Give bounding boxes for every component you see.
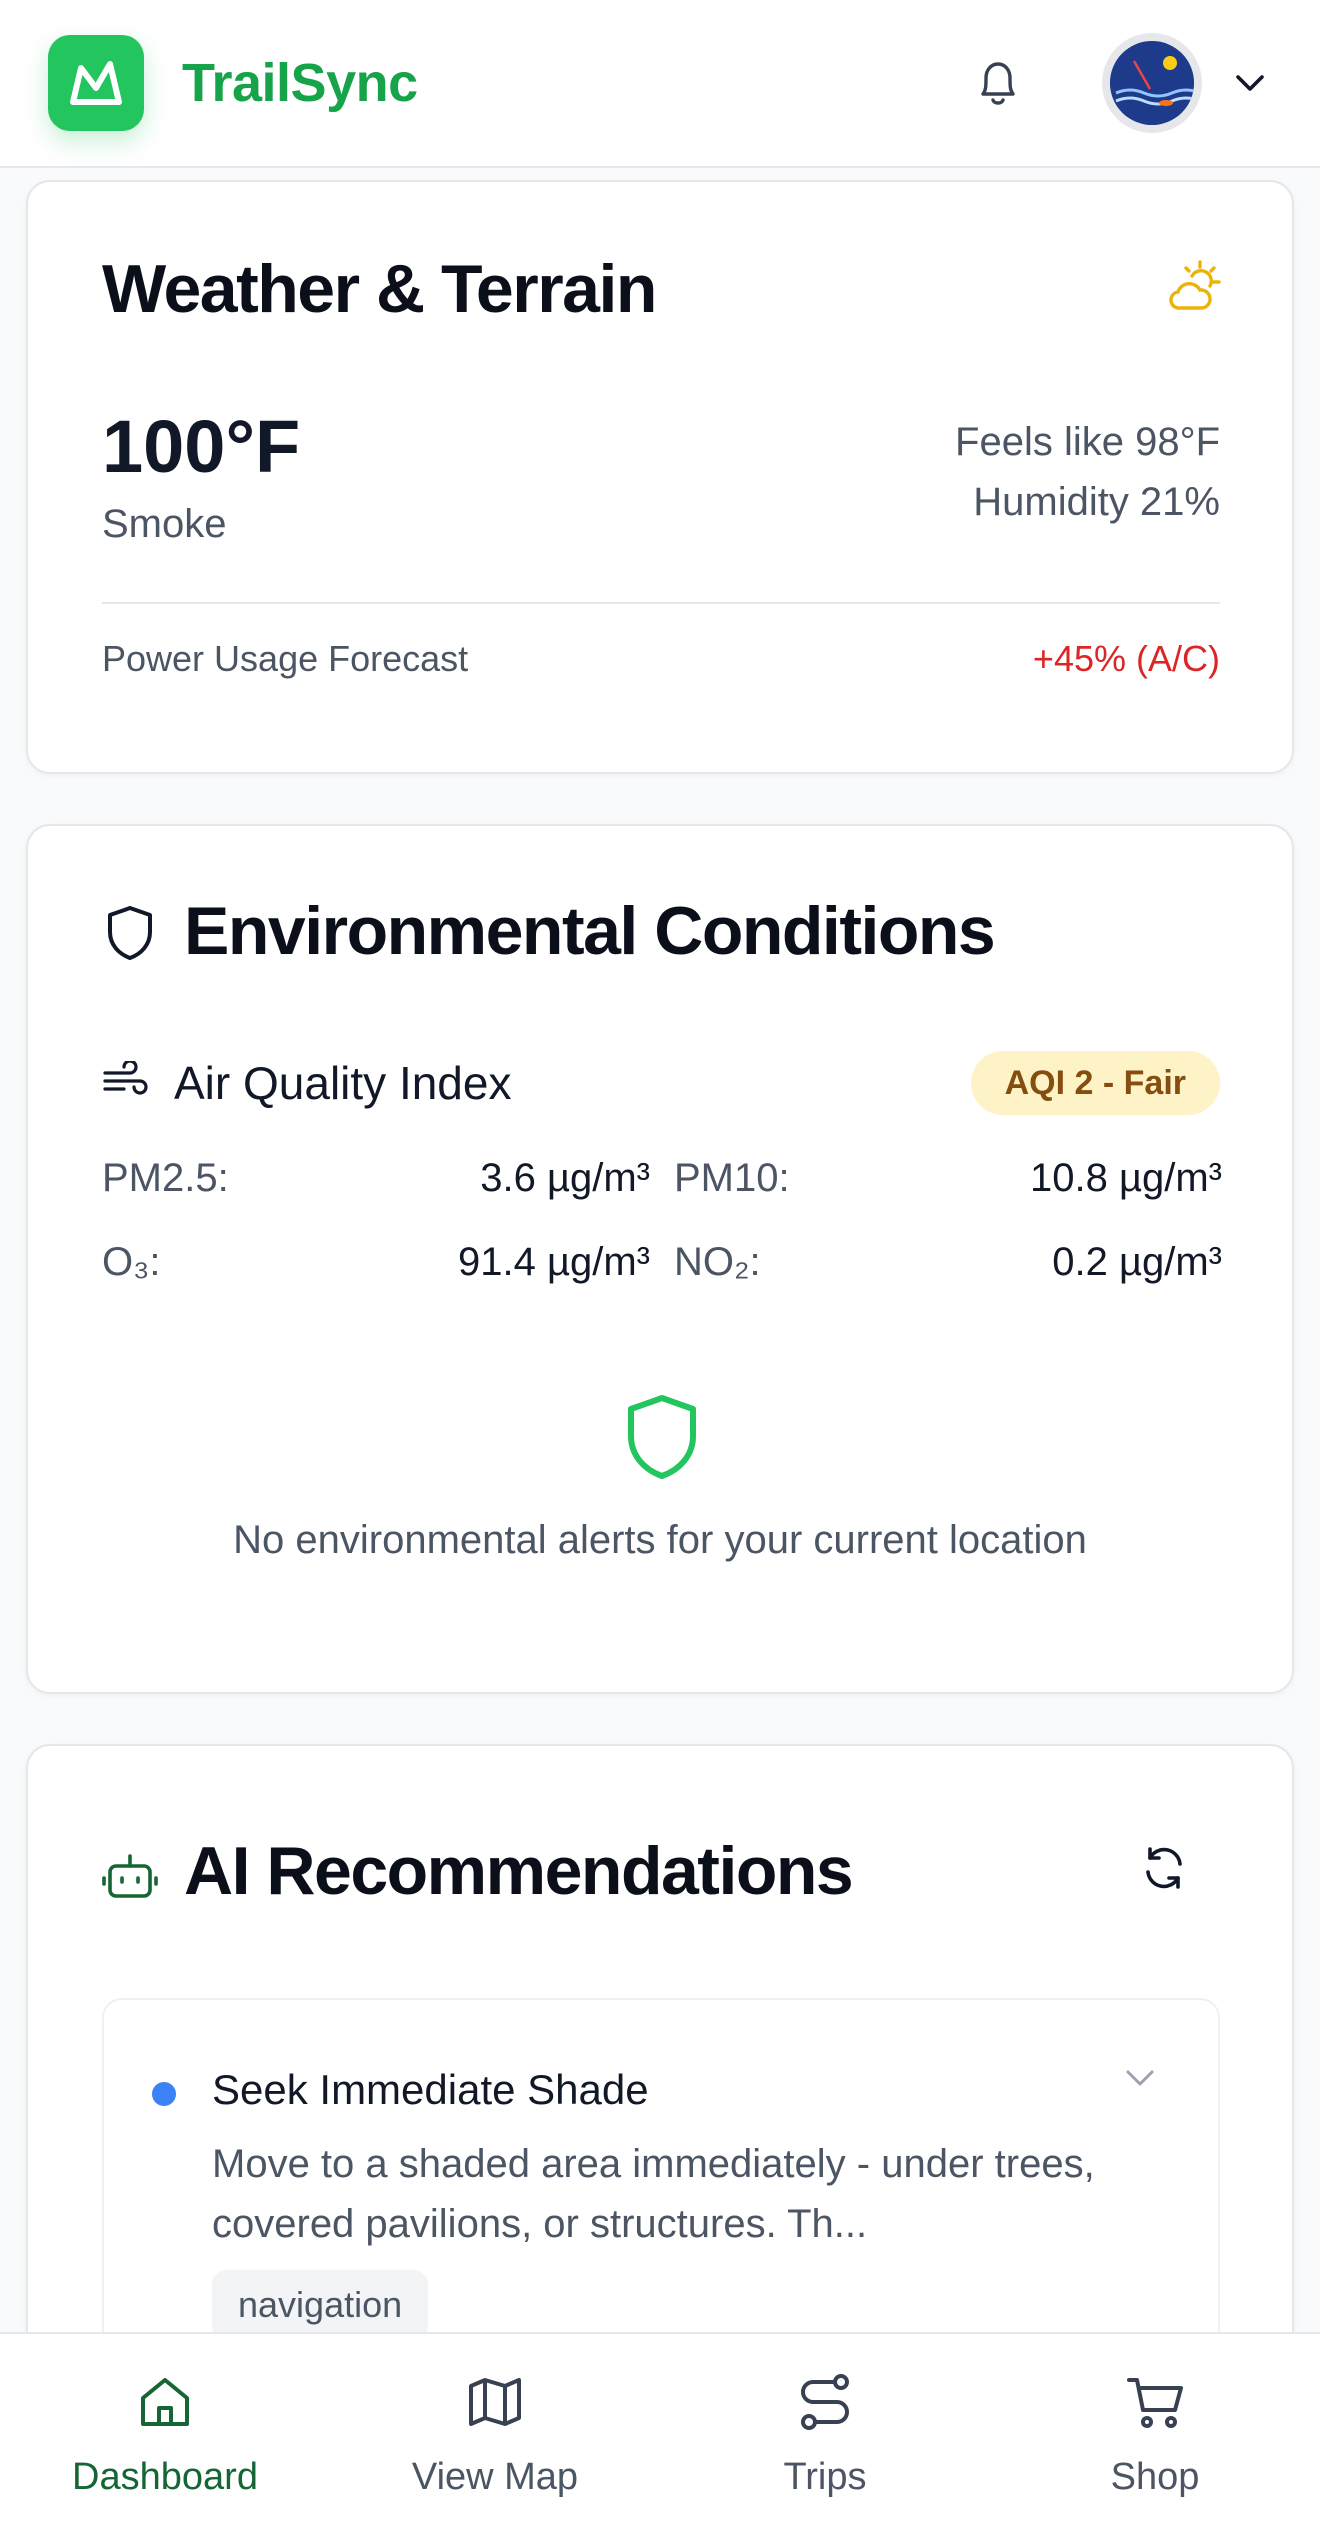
pollutant-no2: NO₂: 0.2 µg/m³ xyxy=(674,1240,1222,1290)
power-usage-label: Power Usage Forecast xyxy=(102,638,469,679)
header-actions xyxy=(966,33,1272,133)
pollutant-label: PM2.5: xyxy=(102,1156,229,1200)
no-alerts-message: No environmental alerts for your current… xyxy=(233,1518,1087,1562)
aqi-badge: AQI 2 - Fair xyxy=(970,1051,1220,1115)
environmental-card: Environmental Conditions Air Quality Ind… xyxy=(26,824,1294,1694)
cart-icon xyxy=(1127,2378,1183,2428)
divider xyxy=(102,602,1220,604)
nav-label: Dashboard xyxy=(72,2456,258,2498)
feels-like: Feels like 98°F xyxy=(955,420,1220,464)
air-quality-title: Air Quality Index xyxy=(174,1057,512,1109)
home-icon xyxy=(141,2378,189,2426)
recommendation-tag: navigation xyxy=(212,2270,429,2340)
pollutant-pm25: PM2.5: 3.6 µg/m³ xyxy=(102,1156,650,1206)
nav-dashboard[interactable]: Dashboard xyxy=(0,2334,330,2524)
weather-condition: Smoke xyxy=(102,502,227,546)
pollutant-pm10: PM10: 10.8 µg/m³ xyxy=(674,1156,1222,1206)
shield-icon xyxy=(104,904,156,967)
robot-icon xyxy=(102,1852,158,1907)
ai-title: AI Recommendations xyxy=(184,1833,854,1909)
air-quality-header: Air Quality Index AQI 2 - Fair xyxy=(102,1048,1220,1118)
app-header: TrailSync xyxy=(0,0,1320,168)
weather-card: Weather & Terrain 100°F Smoke Feels like… xyxy=(26,180,1294,774)
environmental-title: Environmental Conditions xyxy=(184,893,996,969)
power-usage-value: +45% (A/C) xyxy=(1032,638,1220,679)
map-icon xyxy=(469,2378,521,2426)
pollutant-value: 10.8 µg/m³ xyxy=(1029,1156,1222,1200)
nav-shop[interactable]: Shop xyxy=(990,2334,1320,2524)
avatar-image xyxy=(1110,41,1194,125)
nav-label: View Map xyxy=(411,2456,579,2498)
temperature: 100°F xyxy=(102,405,301,488)
wind-icon xyxy=(102,1058,148,1106)
priority-dot xyxy=(152,2082,176,2106)
partly-sunny-icon xyxy=(1166,258,1222,319)
nav-trips[interactable]: Trips xyxy=(660,2334,990,2524)
shield-check-icon xyxy=(622,1392,702,1487)
route-icon xyxy=(801,2374,849,2430)
recommendation-description: Move to a shaded area immediately - unde… xyxy=(212,2142,1095,2246)
pollutant-label: O₃: xyxy=(102,1240,161,1284)
humidity: Humidity 21% xyxy=(973,480,1220,524)
notifications-button[interactable] xyxy=(966,51,1030,115)
pollutant-label: NO₂: xyxy=(674,1240,761,1284)
recommendation-title: Seek Immediate Shade xyxy=(212,2066,649,2113)
avatar[interactable] xyxy=(1102,33,1202,133)
app-logo[interactable] xyxy=(48,35,144,131)
chevron-down-icon xyxy=(1236,75,1264,91)
weather-title: Weather & Terrain xyxy=(102,251,657,327)
nav-label: Trips xyxy=(783,2456,867,2498)
nav-view-map[interactable]: View Map xyxy=(330,2334,660,2524)
pollutant-value: 0.2 µg/m³ xyxy=(1052,1240,1222,1284)
refresh-icon xyxy=(1146,1847,1182,1889)
nav-label: Shop xyxy=(1110,2456,1200,2498)
account-menu-button[interactable] xyxy=(1228,61,1272,105)
brand-name: TrailSync xyxy=(182,53,418,113)
pollutant-value: 91.4 µg/m³ xyxy=(457,1240,650,1284)
pollutant-value: 3.6 µg/m³ xyxy=(480,1156,650,1200)
bottom-navigation: Dashboard View Map Trips Shop xyxy=(0,2332,1320,2524)
chevron-down-icon xyxy=(1126,2070,1154,2086)
pollutant-label: PM10: xyxy=(674,1156,790,1200)
refresh-button[interactable] xyxy=(1140,1844,1188,1897)
expand-button[interactable] xyxy=(1124,2068,1156,2093)
mountain-icon xyxy=(70,61,122,105)
pollutant-o3: O₃: 91.4 µg/m³ xyxy=(102,1240,650,1290)
bell-icon xyxy=(981,62,1015,105)
